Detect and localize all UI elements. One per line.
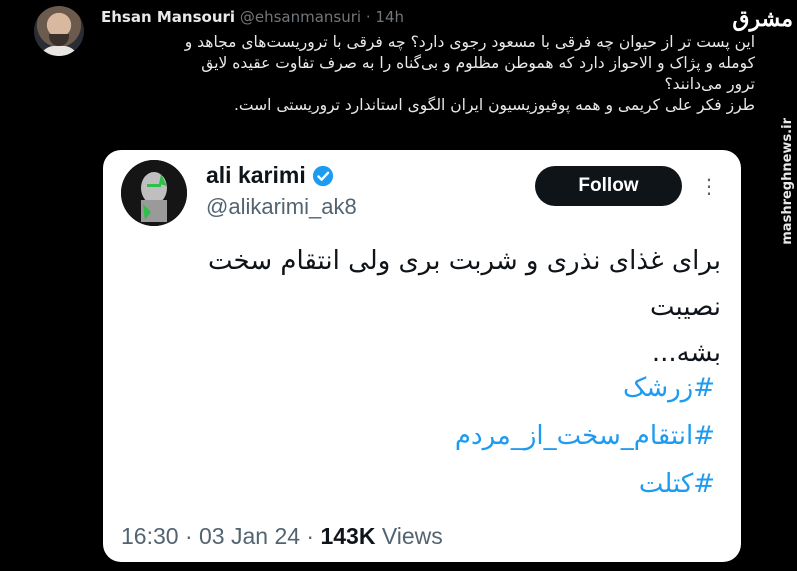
tweet-meta: 16:30 · 03 Jan 24 · 143K Views — [121, 523, 443, 550]
tweet-time[interactable]: 14h — [375, 8, 404, 26]
quoted-author-name-row: ali karimi — [206, 162, 334, 189]
tweet-text-line: طرز فکر علی کریمی و همه پوفیوزیسیون ایرا… — [234, 96, 755, 114]
follow-button[interactable]: Follow — [535, 166, 682, 206]
tweet-text-line: کومله و پژاک و الاحواز دارد که هموطن مظل… — [201, 54, 755, 72]
verified-badge-icon — [312, 165, 333, 186]
author-avatar[interactable] — [34, 6, 84, 56]
quoted-author-avatar[interactable] — [121, 160, 187, 226]
hashtag-list: #زرشک #انتقام_سخت_از_مردم #کتلت — [103, 364, 715, 508]
hashtag-link[interactable]: #زرشک — [103, 364, 715, 412]
quoted-text-line: برای غذای نذری و شربت بری ولی انتقام سخت… — [208, 246, 721, 322]
tweet: Ehsan Mansouri @ehsanmansuri · 14h این پ… — [0, 0, 760, 571]
quoted-author-handle[interactable]: @alikarimi_ak8 — [206, 194, 357, 220]
watermark: مشرق mashreghnews.ir — [732, 0, 797, 571]
hashtag-link[interactable]: #کتلت — [103, 460, 715, 508]
tweet-text-line: ترور می‌دانند؟ — [664, 75, 755, 93]
watermark-logo: مشرق — [732, 6, 793, 32]
quoted-tweet-text: برای غذای نذری و شربت بری ولی انتقام سخت… — [133, 238, 721, 376]
hashtag-link[interactable]: #انتقام_سخت_از_مردم — [103, 412, 715, 460]
author-handle[interactable]: @ehsanmansuri — [240, 8, 361, 26]
tweet-text: این پست تر از حیوان چه فرقی با مسعود رجو… — [100, 32, 755, 116]
views-label: Views — [381, 523, 443, 549]
author-name[interactable]: Ehsan Mansouri — [101, 8, 235, 26]
quoted-tweet-card[interactable]: ali karimi @alikarimi_ak8 Follow ⋮ برای … — [103, 150, 741, 562]
views-count: 143K — [320, 523, 376, 549]
watermark-site: mashreghnews.ir — [780, 118, 795, 245]
header-separator: · — [365, 8, 371, 26]
quoted-author-name[interactable]: ali karimi — [206, 162, 306, 189]
tweet-header: Ehsan Mansouri @ehsanmansuri · 14h — [101, 8, 404, 26]
quoted-timestamp[interactable]: 16:30 · 03 Jan 24 · — [121, 523, 314, 549]
tweet-text-line: این پست تر از حیوان چه فرقی با مسعود رجو… — [184, 33, 755, 51]
more-options-icon[interactable]: ⋮ — [699, 174, 719, 199]
